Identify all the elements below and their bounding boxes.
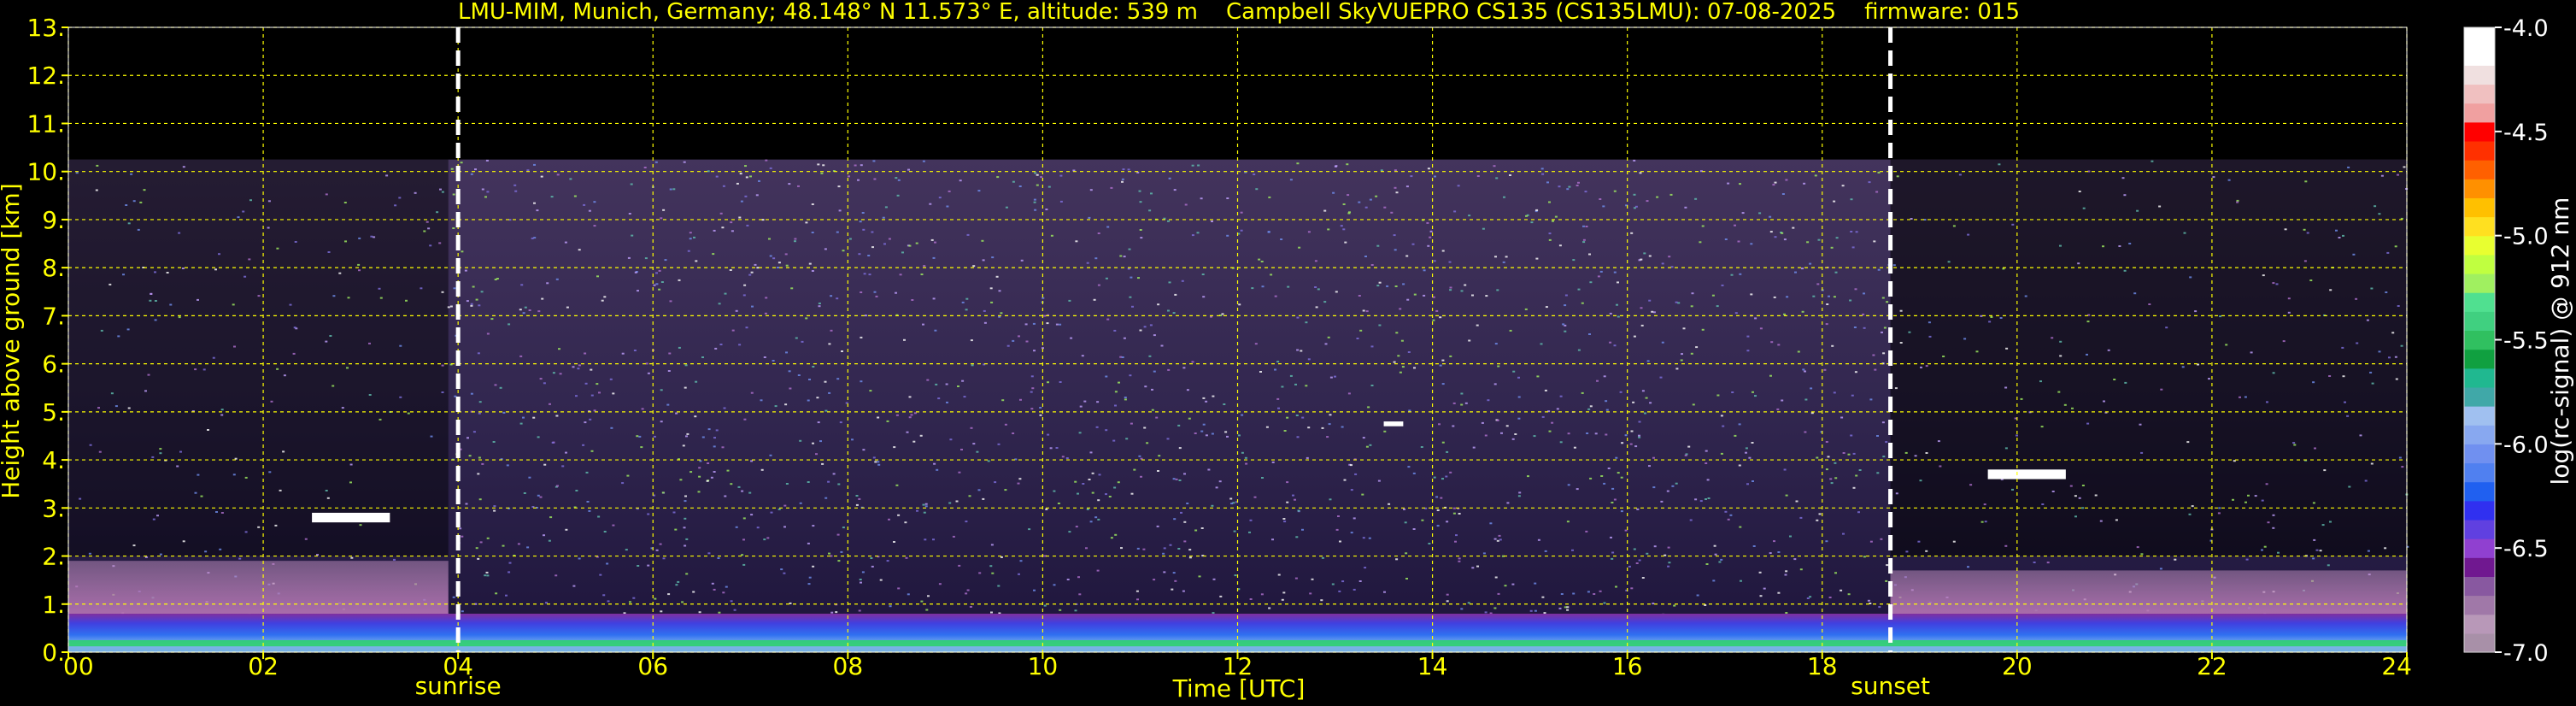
x-tick-label: 00 xyxy=(63,652,94,680)
colorbar-swatch xyxy=(2464,425,2495,444)
y-tick-label: 8. xyxy=(42,254,65,282)
y-tick-label: 2. xyxy=(42,543,65,571)
colorbar-swatch xyxy=(2464,273,2495,293)
night-quiet-region xyxy=(1890,159,2407,556)
plot-area xyxy=(67,26,2409,653)
y-axis: 0. 1. 2. 3. 4. 5. 6. 7. 8. 9. 10. 11. 12. 13. xyxy=(26,14,68,667)
colorbar-tick-label: -5.0 xyxy=(2503,224,2549,250)
x-tick-label: 20 xyxy=(2002,652,2033,680)
residual-layer xyxy=(1890,570,2407,615)
colorbar-swatch xyxy=(2464,140,2495,161)
colorbar-swatch xyxy=(2464,160,2495,179)
y-tick-label: 4. xyxy=(42,446,65,474)
x-tick-label: 16 xyxy=(1612,652,1643,680)
y-tick-label: 5. xyxy=(42,398,65,427)
sun-event-label: sunrise xyxy=(415,672,502,700)
colorbar-swatch xyxy=(2464,576,2495,597)
ceilometer-chart: LMU-MIM, Munich, Germany; 48.148° N 11.5… xyxy=(0,0,2574,703)
y-tick-label: 10. xyxy=(26,158,65,186)
y-tick-label: 1. xyxy=(42,591,65,619)
chart-title: LMU-MIM, Munich, Germany; 48.148° N 11.5… xyxy=(458,0,2020,25)
colorbar-swatch xyxy=(2464,481,2495,502)
colorbar-swatch xyxy=(2464,368,2495,388)
colorbar-swatch xyxy=(2464,121,2495,142)
y-tick-label: 13. xyxy=(26,14,65,42)
y-tick-label: 0. xyxy=(42,638,65,667)
colorbar-tick-label: -7.0 xyxy=(2503,640,2549,667)
x-tick-label: 08 xyxy=(833,652,864,680)
x-tick-label: 24 xyxy=(2381,652,2412,680)
sun-event-label: sunset xyxy=(1851,672,1930,700)
colorbar-swatch xyxy=(2464,27,2495,47)
colorbar-swatch xyxy=(2464,235,2495,256)
x-tick-label: 10 xyxy=(1028,652,1059,680)
colorbar-tick-label: -4.5 xyxy=(2503,120,2549,146)
colorbar-swatch xyxy=(2464,519,2495,539)
y-tick-label: 7. xyxy=(42,302,65,330)
colorbar-swatch xyxy=(2464,500,2495,521)
colorbar-swatch xyxy=(2464,103,2495,123)
night-quiet-region xyxy=(68,159,449,556)
colorbar-swatch xyxy=(2464,349,2495,369)
colorbar-tick-label: -5.5 xyxy=(2503,328,2549,355)
colorbar-swatch xyxy=(2464,46,2495,66)
colorbar-tick-label: -6.0 xyxy=(2503,432,2549,458)
colorbar-swatch xyxy=(2464,216,2495,237)
colorbar-swatch xyxy=(2464,179,2495,198)
colorbar-swatch xyxy=(2464,292,2495,312)
colorbar-swatches xyxy=(2464,27,2495,653)
x-tick-label: 18 xyxy=(1807,652,1838,680)
colorbar-tick-label: -4.0 xyxy=(2503,15,2549,42)
y-tick-label: 3. xyxy=(42,494,65,522)
backscatter-heatmap xyxy=(68,159,2409,652)
colorbar-swatch xyxy=(2464,197,2495,218)
colorbar: -4.0 -4.5 -5.0 -5.5 -6.0 -6.5 -7.0 log(rc-sign… xyxy=(2463,15,2574,667)
x-tick-label: 14 xyxy=(1417,652,1448,680)
colorbar-swatch xyxy=(2464,254,2495,274)
colorbar-label: log(rc-signal) @ 912 nm xyxy=(2546,197,2574,485)
colorbar-swatch xyxy=(2464,632,2495,653)
colorbar-ticks: -4.0 -4.5 -5.0 -5.5 -6.0 -6.5 -7.0 xyxy=(2495,15,2549,667)
colorbar-swatch xyxy=(2464,330,2495,350)
colorbar-swatch xyxy=(2464,444,2495,464)
cloud xyxy=(1383,421,1404,427)
y-tick-label: 6. xyxy=(42,350,65,379)
cloud xyxy=(312,512,390,523)
colorbar-swatch xyxy=(2464,386,2495,407)
colorbar-tick-label: -6.5 xyxy=(2503,536,2549,562)
colorbar-swatch xyxy=(2464,65,2495,85)
x-tick-label: 06 xyxy=(637,652,668,680)
colorbar-swatch xyxy=(2464,462,2495,483)
colorbar-swatch xyxy=(2464,557,2495,577)
x-axis-label: Time [UTC] xyxy=(1172,674,1306,703)
y-tick-label: 9. xyxy=(42,206,65,234)
y-tick-label: 11. xyxy=(26,109,65,138)
colorbar-swatch xyxy=(2464,311,2495,332)
x-tick-label: 02 xyxy=(248,652,279,680)
y-tick-label: 12. xyxy=(26,62,65,90)
y-axis-label: Height above ground [km] xyxy=(0,183,25,499)
colorbar-swatch xyxy=(2464,595,2495,615)
cloud xyxy=(1987,469,2066,479)
x-tick-label: 22 xyxy=(2197,652,2227,680)
colorbar-swatch xyxy=(2464,84,2495,104)
colorbar-swatch xyxy=(2464,406,2495,426)
colorbar-swatch xyxy=(2464,538,2495,558)
residual-layer xyxy=(68,561,449,615)
colorbar-swatch xyxy=(2464,614,2495,634)
